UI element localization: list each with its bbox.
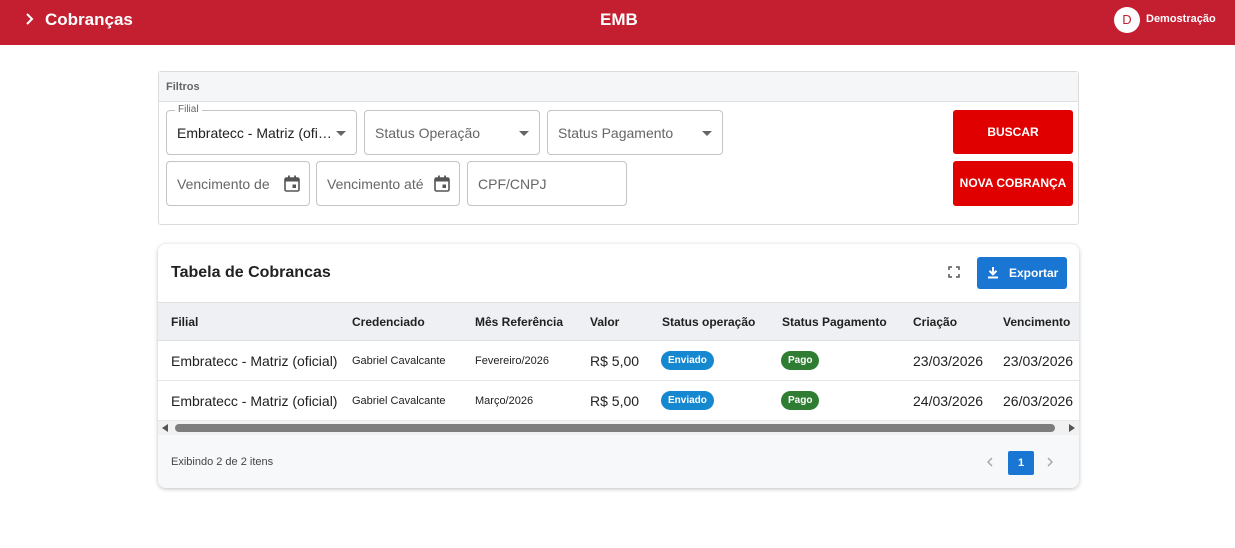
vencimento-ate-field[interactable]: Vencimento até bbox=[316, 161, 460, 206]
user-name[interactable]: Demostração bbox=[1146, 13, 1216, 25]
page-title: Cobranças bbox=[45, 10, 133, 29]
table-title: Tabela de Cobrancas bbox=[171, 264, 331, 281]
scroll-right-icon[interactable] bbox=[1069, 424, 1075, 432]
status-pagamento-placeholder: Status Pagamento bbox=[558, 125, 674, 141]
cell-criacao: 24/03/2026 bbox=[913, 393, 984, 409]
cell-vencimento: 26/03/2026 bbox=[1003, 393, 1074, 409]
search-button[interactable]: BUSCAR bbox=[953, 110, 1073, 154]
cpf-cnpj-field[interactable]: CPF/CNPJ bbox=[467, 161, 627, 206]
column-header[interactable]: Status operação bbox=[662, 315, 755, 329]
cell-credenciado: Gabriel Cavalcante bbox=[352, 355, 446, 367]
brand-logo: EMB bbox=[600, 10, 638, 29]
fullscreen-icon[interactable] bbox=[948, 266, 960, 278]
calendar-icon[interactable] bbox=[434, 175, 450, 192]
table-header: Filial Credenciado Mês Referência Valor … bbox=[158, 302, 1079, 341]
chevron-right-icon[interactable] bbox=[1046, 457, 1054, 467]
cpf-cnpj-placeholder: CPF/CNPJ bbox=[478, 176, 547, 192]
table-row[interactable]: Embratecc - Matriz (oficial) Gabriel Cav… bbox=[158, 381, 1079, 421]
cell-mes: Março/2026 bbox=[475, 395, 534, 407]
status-operacao-placeholder: Status Operação bbox=[375, 125, 481, 141]
chevron-right-icon[interactable] bbox=[23, 11, 37, 27]
status-pagamento-select[interactable]: Status Pagamento bbox=[547, 110, 723, 155]
pagination-info: Exibindo 2 de 2 itens bbox=[171, 456, 274, 468]
status-badge: Pago bbox=[781, 391, 820, 410]
export-label: Exportar bbox=[1009, 266, 1059, 280]
table-row[interactable]: Embratecc - Matriz (oficial) Gabriel Cav… bbox=[158, 341, 1079, 381]
horizontal-scrollbar[interactable] bbox=[158, 421, 1079, 435]
cell-credenciado: Gabriel Cavalcante bbox=[352, 395, 446, 407]
avatar[interactable]: D bbox=[1114, 7, 1140, 33]
column-header[interactable]: Mês Referência bbox=[475, 315, 563, 329]
filial-select[interactable]: Filial Embratecc - Matriz (oficial) bbox=[166, 104, 357, 155]
column-header[interactable]: Criação bbox=[913, 315, 957, 329]
top-bar: Cobranças EMB D Demostração bbox=[0, 0, 1235, 45]
status-badge: Pago bbox=[781, 351, 820, 370]
column-header[interactable]: Vencimento bbox=[1003, 315, 1070, 329]
vencimento-de-field[interactable]: Vencimento de bbox=[166, 161, 310, 206]
new-cobranca-button[interactable]: NOVA COBRANÇA bbox=[953, 161, 1073, 206]
scroll-left-icon[interactable] bbox=[162, 424, 168, 432]
chevron-down-icon bbox=[702, 131, 712, 136]
status-operacao-select[interactable]: Status Operação bbox=[364, 110, 540, 155]
column-header[interactable]: Filial bbox=[171, 315, 198, 329]
column-header[interactable]: Status Pagamento bbox=[782, 315, 887, 329]
column-header[interactable]: Valor bbox=[590, 315, 619, 329]
cell-filial: Embratecc - Matriz (oficial) bbox=[171, 353, 338, 369]
column-header[interactable]: Credenciado bbox=[352, 315, 425, 329]
chevron-left-icon[interactable] bbox=[986, 457, 994, 467]
scrollbar-thumb[interactable] bbox=[175, 424, 1055, 432]
cell-valor: R$ 5,00 bbox=[590, 393, 640, 409]
filters-title: Filtros bbox=[159, 72, 1078, 102]
cell-vencimento: 23/03/2026 bbox=[1003, 353, 1074, 369]
download-icon bbox=[988, 267, 998, 279]
cell-mes: Fevereiro/2026 bbox=[475, 355, 549, 367]
vencimento-de-placeholder: Vencimento de bbox=[177, 176, 270, 192]
table-footer: Exibindo 2 de 2 itens 1 bbox=[158, 435, 1079, 488]
table-card: Tabela de Cobrancas Exportar Filial Cred… bbox=[158, 244, 1079, 488]
calendar-icon[interactable] bbox=[284, 175, 300, 192]
export-button[interactable]: Exportar bbox=[977, 257, 1067, 289]
chevron-down-icon bbox=[336, 131, 346, 136]
filters-panel: Filtros Filial Embratecc - Matriz (ofici… bbox=[158, 71, 1079, 225]
vencimento-ate-placeholder: Vencimento até bbox=[327, 176, 424, 192]
page-number-button[interactable]: 1 bbox=[1008, 451, 1034, 475]
cell-criacao: 23/03/2026 bbox=[913, 353, 984, 369]
status-badge: Enviado bbox=[661, 351, 714, 370]
cell-valor: R$ 5,00 bbox=[590, 353, 640, 369]
status-badge: Enviado bbox=[661, 391, 714, 410]
filial-value: Embratecc - Matriz (oficial) bbox=[177, 125, 332, 141]
filial-label: Filial bbox=[175, 104, 202, 115]
cell-filial: Embratecc - Matriz (oficial) bbox=[171, 393, 338, 409]
chevron-down-icon bbox=[519, 131, 529, 136]
